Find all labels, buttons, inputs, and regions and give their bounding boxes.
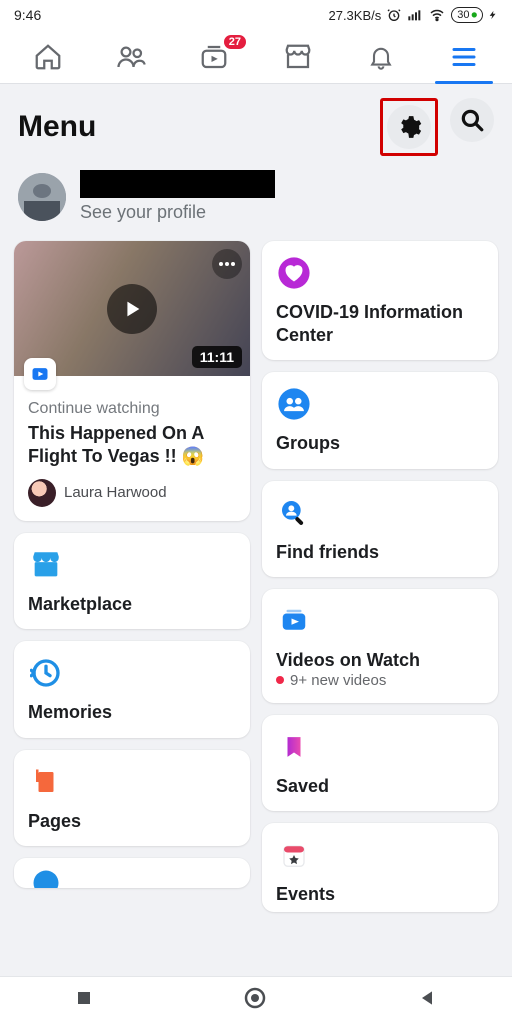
card-sublabel: 9+ new videos <box>276 672 484 689</box>
card-saved[interactable]: Saved <box>262 715 498 812</box>
tab-notifications[interactable] <box>339 30 422 83</box>
gear-icon <box>396 114 422 140</box>
watch-chip <box>24 358 56 390</box>
card-videos[interactable]: Videos on Watch 9+ new videos <box>262 589 498 703</box>
profile-avatar <box>18 173 66 221</box>
status-time: 9:46 <box>14 7 41 23</box>
card-partial-left[interactable] <box>14 858 250 888</box>
video-options-button[interactable] <box>212 249 242 279</box>
new-indicator-dot <box>276 676 284 684</box>
friends-icon <box>115 42 147 72</box>
card-memories[interactable]: Memories <box>14 641 250 738</box>
pages-icon <box>28 764 64 800</box>
card-find-friends[interactable]: Find friends <box>262 481 498 578</box>
card-covid[interactable]: COVID-19 Information Center <box>262 241 498 360</box>
video-subtitle: Continue watching <box>28 400 236 418</box>
status-net-speed: 27.3KB/s <box>328 8 381 23</box>
settings-button[interactable] <box>387 105 431 149</box>
settings-highlight <box>380 98 438 156</box>
nav-recent[interactable] <box>75 989 93 1012</box>
find-friends-icon <box>276 495 312 531</box>
card-label: COVID-19 Information Center <box>276 301 484 346</box>
marketplace-icon <box>28 547 64 583</box>
page-title: Menu <box>18 110 96 144</box>
play-button[interactable] <box>107 284 157 334</box>
search-icon <box>459 107 485 133</box>
battery-percent: 30 <box>457 8 469 22</box>
card-label: Groups <box>276 432 484 455</box>
tab-watch[interactable]: 27 <box>173 30 256 83</box>
home-icon <box>33 42 63 72</box>
top-tab-bar: 27 <box>0 30 512 84</box>
nav-back[interactable] <box>417 988 437 1013</box>
tab-marketplace[interactable] <box>256 30 339 83</box>
card-events[interactable]: Events <box>262 823 498 912</box>
status-bar: 9:46 27.3KB/s 30⦁ <box>0 0 512 30</box>
square-icon <box>75 989 93 1007</box>
card-label: Videos on Watch <box>276 649 484 672</box>
continue-watching-card[interactable]: 11:11 Continue watching This Happened On… <box>14 241 250 521</box>
card-label: Saved <box>276 775 484 798</box>
saved-icon <box>276 729 312 765</box>
profile-name-redacted <box>80 170 275 198</box>
signal-icon <box>407 7 423 23</box>
bell-icon <box>367 42 395 72</box>
wifi-icon <box>428 7 446 23</box>
grid-right-column: COVID-19 Information Center Groups Find … <box>262 241 498 912</box>
card-label: Memories <box>28 701 236 724</box>
active-tab-indicator <box>435 81 493 84</box>
alarm-icon <box>386 7 402 23</box>
search-button[interactable] <box>450 98 494 142</box>
videos-sub-text: 9+ new videos <box>290 672 386 689</box>
menu-grid: 11:11 Continue watching This Happened On… <box>0 241 512 912</box>
tab-menu[interactable] <box>423 30 506 83</box>
profile-text: See your profile <box>80 170 275 223</box>
video-thumbnail[interactable]: 11:11 <box>14 241 250 376</box>
partial-icon <box>28 868 64 888</box>
hamburger-icon <box>449 42 479 72</box>
card-marketplace[interactable]: Marketplace <box>14 533 250 630</box>
grid-left-column: 11:11 Continue watching This Happened On… <box>14 241 250 888</box>
video-title: This Happened On A Flight To Vegas !! 😱 <box>28 422 236 469</box>
video-duration: 11:11 <box>192 346 242 368</box>
card-pages[interactable]: Pages <box>14 750 250 847</box>
covid-icon <box>276 255 312 291</box>
watch-chip-icon <box>30 364 50 384</box>
play-icon <box>121 298 143 320</box>
system-nav-bar <box>0 976 512 1024</box>
watch-badge: 27 <box>222 33 248 51</box>
card-groups[interactable]: Groups <box>262 372 498 469</box>
dots-icon <box>218 261 236 267</box>
status-right: 27.3KB/s 30⦁ <box>328 7 498 23</box>
card-label: Find friends <box>276 541 484 564</box>
storefront-icon <box>283 42 313 72</box>
card-label: Events <box>276 883 484 906</box>
card-label: Pages <box>28 810 236 833</box>
profile-subtitle: See your profile <box>80 202 275 223</box>
menu-header: Menu <box>0 84 512 166</box>
video-author-row[interactable]: Laura Harwood <box>28 479 236 507</box>
profile-row[interactable]: See your profile <box>0 166 512 241</box>
groups-icon <box>276 386 312 422</box>
triangle-back-icon <box>417 988 437 1008</box>
memories-icon <box>28 655 64 691</box>
charging-icon <box>488 7 498 23</box>
tab-friends[interactable] <box>89 30 172 83</box>
videos-icon <box>276 603 312 639</box>
nav-home[interactable] <box>243 986 267 1015</box>
author-name: Laura Harwood <box>64 484 167 501</box>
circle-icon <box>243 986 267 1010</box>
tab-home[interactable] <box>6 30 89 83</box>
author-avatar <box>28 479 56 507</box>
card-label: Marketplace <box>28 593 236 616</box>
battery-indicator: 30⦁ <box>451 7 483 23</box>
events-icon <box>276 837 312 873</box>
